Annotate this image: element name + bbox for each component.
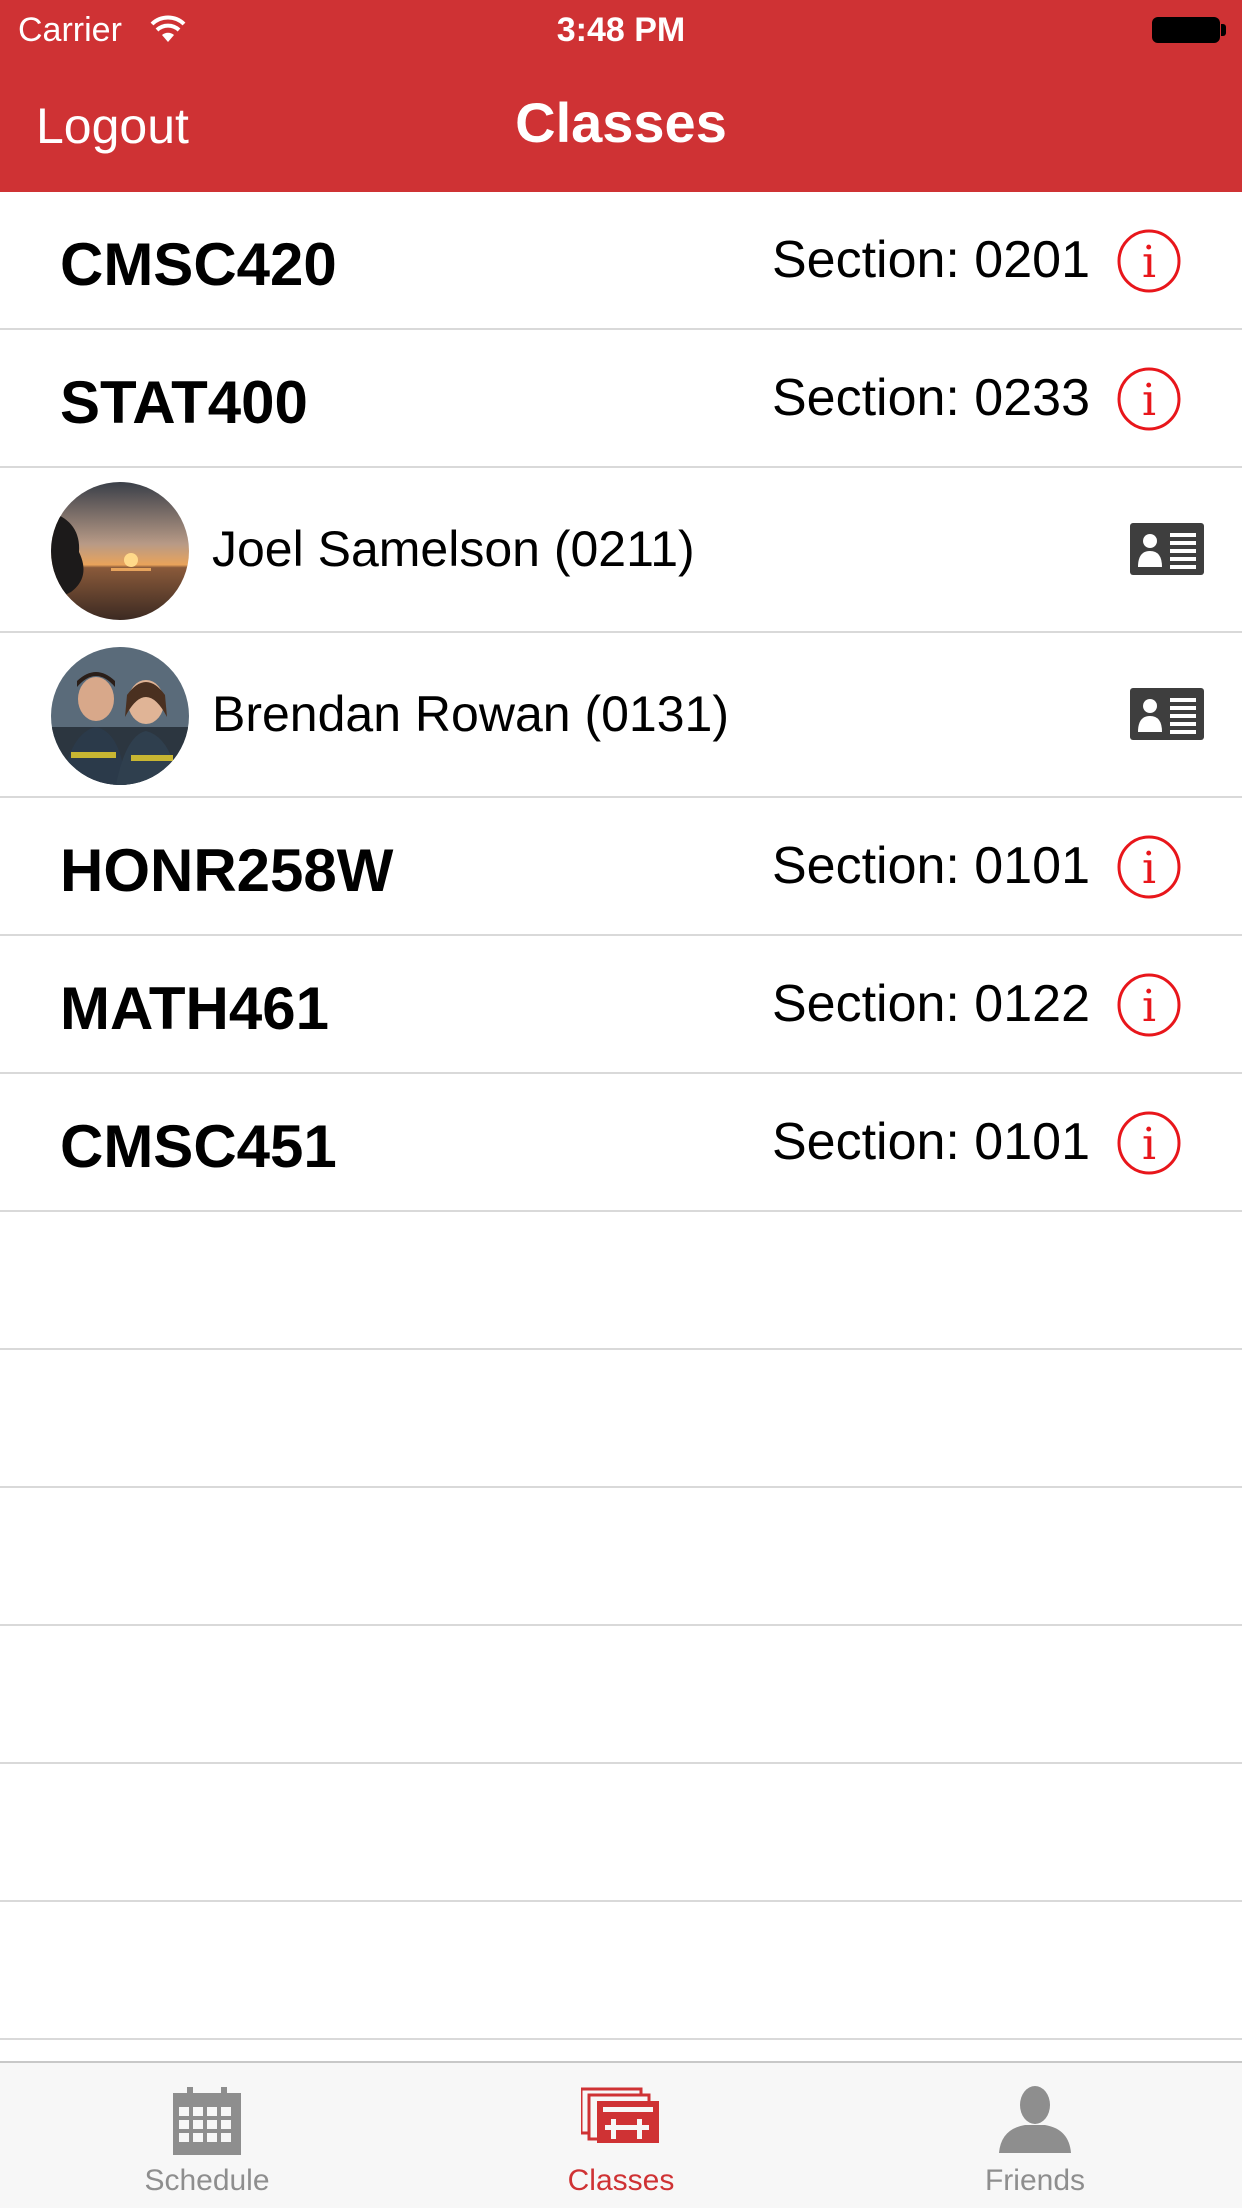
tab-label: Friends [984, 2164, 1086, 2197]
svg-text:i: i [1142, 1119, 1156, 1170]
avatar [51, 482, 189, 620]
classes-icon [581, 2087, 659, 2143]
course-name: STAT400 [60, 369, 308, 436]
course-section: Section: 0101 [771, 1113, 1090, 1171]
empty-row [0, 1902, 1242, 2040]
course-name: MATH461 [60, 975, 329, 1042]
tab-friends[interactable]: Friends [828, 2063, 1242, 2210]
friend-name: Joel Samelson (0211) [212, 521, 695, 577]
calendar-icon [173, 2087, 241, 2155]
navigation-bar: Carrier 3:48 PM Logout Classes [0, 0, 1242, 192]
course-section: Section: 0233 [771, 369, 1090, 427]
contact-card-icon[interactable] [1130, 688, 1204, 740]
tab-classes[interactable]: Classes [414, 2063, 828, 2210]
empty-row [0, 1764, 1242, 1902]
course-row[interactable]: MATH461 Section: 0122 i [0, 936, 1242, 1074]
friend-row[interactable]: Joel Samelson (0211) [0, 468, 1242, 633]
battery-icon [1152, 17, 1220, 43]
tab-bar: Schedule Classes Friends [0, 2061, 1242, 2208]
page-title: Classes [515, 91, 727, 154]
tab-label: Schedule [144, 2164, 270, 2197]
info-icon[interactable]: i [1116, 366, 1182, 432]
empty-row [0, 1350, 1242, 1488]
course-row[interactable]: HONR258W Section: 0101 i [0, 798, 1242, 936]
empty-row [0, 1488, 1242, 1626]
contact-card-icon[interactable] [1130, 523, 1204, 575]
course-name: CMSC451 [60, 1113, 337, 1180]
course-section: Section: 0101 [771, 837, 1090, 895]
info-icon[interactable]: i [1116, 1110, 1182, 1176]
info-icon[interactable]: i [1116, 834, 1182, 900]
svg-text:i: i [1142, 375, 1156, 426]
course-name: HONR258W [60, 837, 394, 904]
friend-name: Brendan Rowan (0131) [212, 686, 729, 742]
battery-tip [1221, 24, 1226, 36]
info-icon[interactable]: i [1116, 972, 1182, 1038]
svg-text:i: i [1142, 843, 1156, 894]
course-row[interactable]: STAT400 Section: 0233 i [0, 330, 1242, 468]
status-bar: Carrier 3:48 PM [0, 0, 1242, 60]
empty-row [0, 1212, 1242, 1350]
avatar [51, 647, 189, 785]
friend-row[interactable]: Brendan Rowan (0131) [0, 633, 1242, 798]
course-name: CMSC420 [60, 231, 337, 298]
course-row[interactable]: CMSC451 Section: 0101 i [0, 1074, 1242, 1212]
empty-row [0, 1626, 1242, 1764]
course-section: Section: 0201 [771, 231, 1090, 289]
info-icon[interactable]: i [1116, 228, 1182, 294]
tab-schedule[interactable]: Schedule [0, 2063, 414, 2210]
status-time: 3:48 PM [556, 11, 686, 49]
svg-text:i: i [1142, 981, 1156, 1032]
classes-list: CMSC420 Section: 0201 i STAT400 Section:… [0, 192, 1242, 2040]
course-section: Section: 0122 [771, 975, 1090, 1033]
svg-text:i: i [1142, 237, 1156, 288]
person-icon [999, 2086, 1071, 2153]
tab-label: Classes [567, 2164, 675, 2197]
course-row[interactable]: CMSC420 Section: 0201 i [0, 192, 1242, 330]
